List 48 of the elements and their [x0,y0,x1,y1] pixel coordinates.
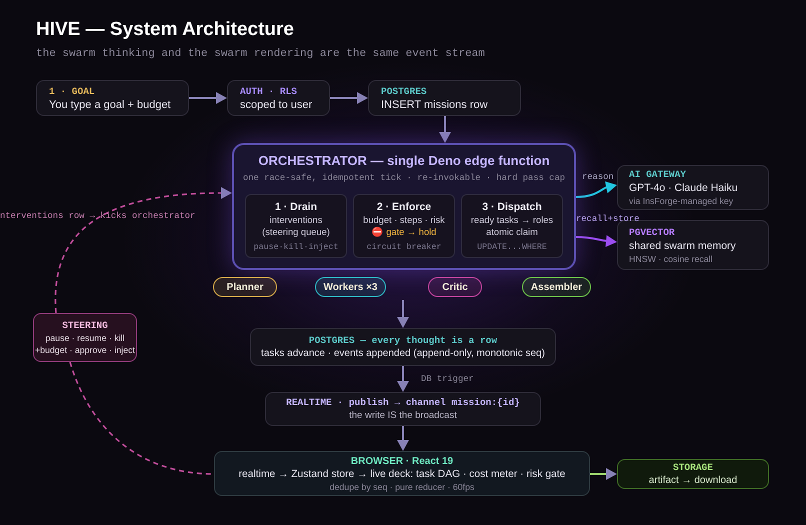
node-text: GPT-4o · Claude Haiku [629,181,739,195]
node-note: HNSW · cosine recall [629,252,714,264]
role-pill: Assembler [522,277,591,297]
stage-line: atomic claim [486,226,538,238]
node-text: artifact → download [648,474,738,486]
node-text: tasks advance · events appended (append-only, monotonic seq) [261,346,545,360]
stage-line: (steering queue) [262,226,330,238]
node-text: realtime → Zustand store → live deck: task DAG · cost meter · risk gate [238,468,566,482]
node-text: the write IS the broadcast [349,408,457,422]
stage-title: 2 · Enforce [376,200,432,214]
stage-warning: ⛔ gate → hold [372,226,436,238]
stage-note: pause·kill·inject [254,242,338,254]
node-label: BROWSER · React 19 [350,454,454,468]
role-pill: Workers ×3 [315,277,386,297]
edge-label: DB trigger [421,374,474,385]
role-pill: Critic [428,277,482,297]
node-label: AI GATEWAY [629,168,688,181]
stage-note: UPDATE...WHERE [477,242,547,254]
node-label: POSTGRES — every thought is a row [308,334,498,346]
edge-label: reason [582,172,614,183]
stage-line: budget · steps · risk [363,214,445,226]
orchestrator-title: ORCHESTRATOR — single Deno edge function [258,153,550,169]
node-note: via InsForge-managed key [629,195,734,207]
edge-label: nterventions row → kicks orchestrator [0,211,196,222]
node-note: dedupe by seq · pure reducer · 60fps [330,482,474,492]
stage-title: 3 · Dispatch [482,200,542,214]
page-title: HIVE — System Architecture [36,20,294,39]
orchestrator-subtitle: one race-safe, idempotent tick · re-invokable · hard pass cap [242,172,566,185]
node-label: STORAGE [673,462,713,474]
edge-label: recall+store [576,214,640,225]
stage-title: 1 · Drain [274,200,317,214]
node-label: 1 · GOAL [49,84,96,98]
node-label: REALTIME · publish → channel mission:{id} [286,396,520,408]
stage-line: ready tasks → roles [470,214,554,226]
node-text: INSERT missions row [381,98,489,112]
page-subtitle: the swarm thinking and the swarm rendering are the same event stream [36,47,485,62]
node-label: STEERING [62,319,108,332]
stage-line: interventions [270,214,322,226]
stage-note: circuit breaker [366,242,442,254]
node-text: shared swarm memory [629,238,737,252]
node-text: +budget · approve · inject [34,344,135,356]
node-text: pause · resume · kill [45,332,125,344]
node-text: scoped to user [240,98,314,112]
node-label: AUTH · RLS [240,84,298,98]
node-text: You type a goal + budget [49,98,172,112]
role-pill: Planner [213,277,277,297]
node-label: PGVECTOR [629,226,676,238]
node-label: POSTGRES [381,84,428,98]
